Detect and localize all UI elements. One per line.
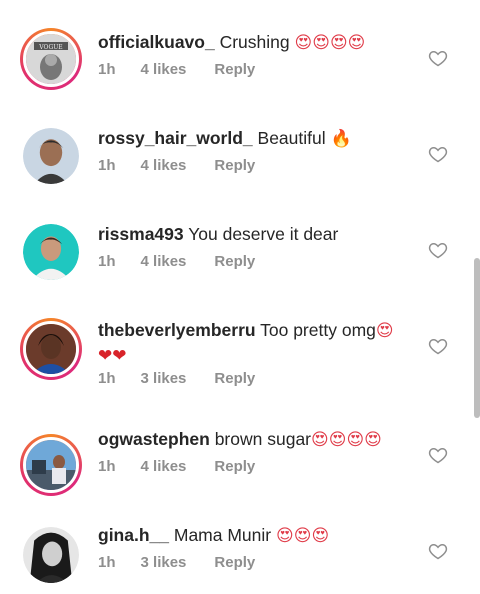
reply-button[interactable]: Reply (214, 156, 255, 176)
comment-body: Too pretty omg (260, 320, 376, 340)
timestamp: 1h (98, 61, 116, 78)
teal-background-avatar (23, 224, 79, 280)
outdoor-photo-avatar (26, 440, 76, 490)
likes-count[interactable]: 4 likes (141, 457, 187, 477)
selfie-avatar (23, 128, 79, 184)
reply-button[interactable]: Reply (214, 60, 255, 80)
heart-outline-icon[interactable] (428, 541, 448, 561)
reply-button[interactable]: Reply (214, 553, 255, 573)
username[interactable]: officialkuavo_ (98, 32, 215, 52)
likes-count[interactable]: 3 likes (141, 553, 187, 573)
username[interactable]: rissma493 (98, 224, 184, 244)
avatar[interactable] (23, 224, 79, 280)
heart-outline-icon[interactable] (428, 445, 448, 465)
likes-count[interactable]: 4 likes (141, 60, 187, 80)
portrait-avatar (26, 324, 76, 374)
timestamp: 1h (98, 157, 116, 174)
emoji: 😍😍😍😍 (294, 33, 366, 53)
emoji: 😍😍😍 (276, 526, 330, 546)
bw-portrait-avatar (23, 527, 79, 583)
username[interactable]: rossy_hair_world_ (98, 128, 253, 148)
comment-meta: 1h 4 likes Reply (98, 252, 255, 272)
avatar[interactable] (23, 128, 79, 184)
likes-count[interactable]: 4 likes (141, 252, 187, 272)
comment-text: thebeverlyemberru Too pretty omg😍 ❤❤ (98, 318, 408, 368)
avatar[interactable] (20, 434, 82, 496)
emoji: 😍 (375, 321, 394, 341)
timestamp: 1h (98, 253, 116, 270)
emoji: 😍😍😍😍 (311, 430, 382, 450)
vogue-cover-avatar: VOGUE (26, 34, 76, 84)
comment-meta: 1h 4 likes Reply (98, 156, 255, 176)
comment-body: Crushing (219, 32, 290, 52)
fire-emoji: 🔥 (330, 129, 352, 149)
comment-body: Mama Munir (173, 525, 272, 545)
avatar[interactable] (20, 318, 82, 380)
comment-text: officialkuavo_ Crushing 😍😍😍😍 (98, 30, 408, 55)
timestamp: 1h (98, 554, 116, 571)
comment-text: rossy_hair_world_ Beautiful 🔥 (98, 126, 408, 151)
comment-text: ogwastephen brown sugar😍😍😍😍 (98, 427, 408, 452)
username[interactable]: thebeverlyemberru (98, 320, 256, 340)
likes-count[interactable]: 3 likes (141, 369, 187, 389)
comment-meta: 1h 4 likes Reply (98, 60, 255, 80)
heart-outline-icon[interactable] (428, 336, 448, 356)
avatar[interactable] (23, 527, 79, 583)
likes-count[interactable]: 4 likes (141, 156, 187, 176)
comment-meta: 1h 4 likes Reply (98, 457, 255, 477)
reply-button[interactable]: Reply (214, 252, 255, 272)
heart-outline-icon[interactable] (428, 48, 448, 68)
timestamp: 1h (98, 370, 116, 387)
red-heart-emoji: ❤❤ (98, 346, 127, 366)
scrollbar[interactable] (474, 258, 480, 418)
comment-text: gina.h__ Mama Munir 😍😍😍 (98, 523, 408, 548)
comment-body: brown sugar (214, 429, 312, 449)
heart-outline-icon[interactable] (428, 144, 448, 164)
comment-text: rissma493 You deserve it dear (98, 222, 408, 246)
reply-button[interactable]: Reply (214, 457, 255, 477)
reply-button[interactable]: Reply (214, 369, 255, 389)
comment-meta: 1h 3 likes Reply (98, 369, 255, 389)
svg-text:VOGUE: VOGUE (38, 44, 62, 51)
comment-body: Beautiful (257, 128, 326, 148)
heart-outline-icon[interactable] (428, 240, 448, 260)
comment-body: You deserve it dear (188, 224, 339, 244)
username[interactable]: gina.h__ (98, 525, 169, 545)
timestamp: 1h (98, 458, 116, 475)
username[interactable]: ogwastephen (98, 429, 210, 449)
comment-meta: 1h 3 likes Reply (98, 553, 255, 573)
avatar[interactable]: VOGUE (20, 28, 82, 90)
